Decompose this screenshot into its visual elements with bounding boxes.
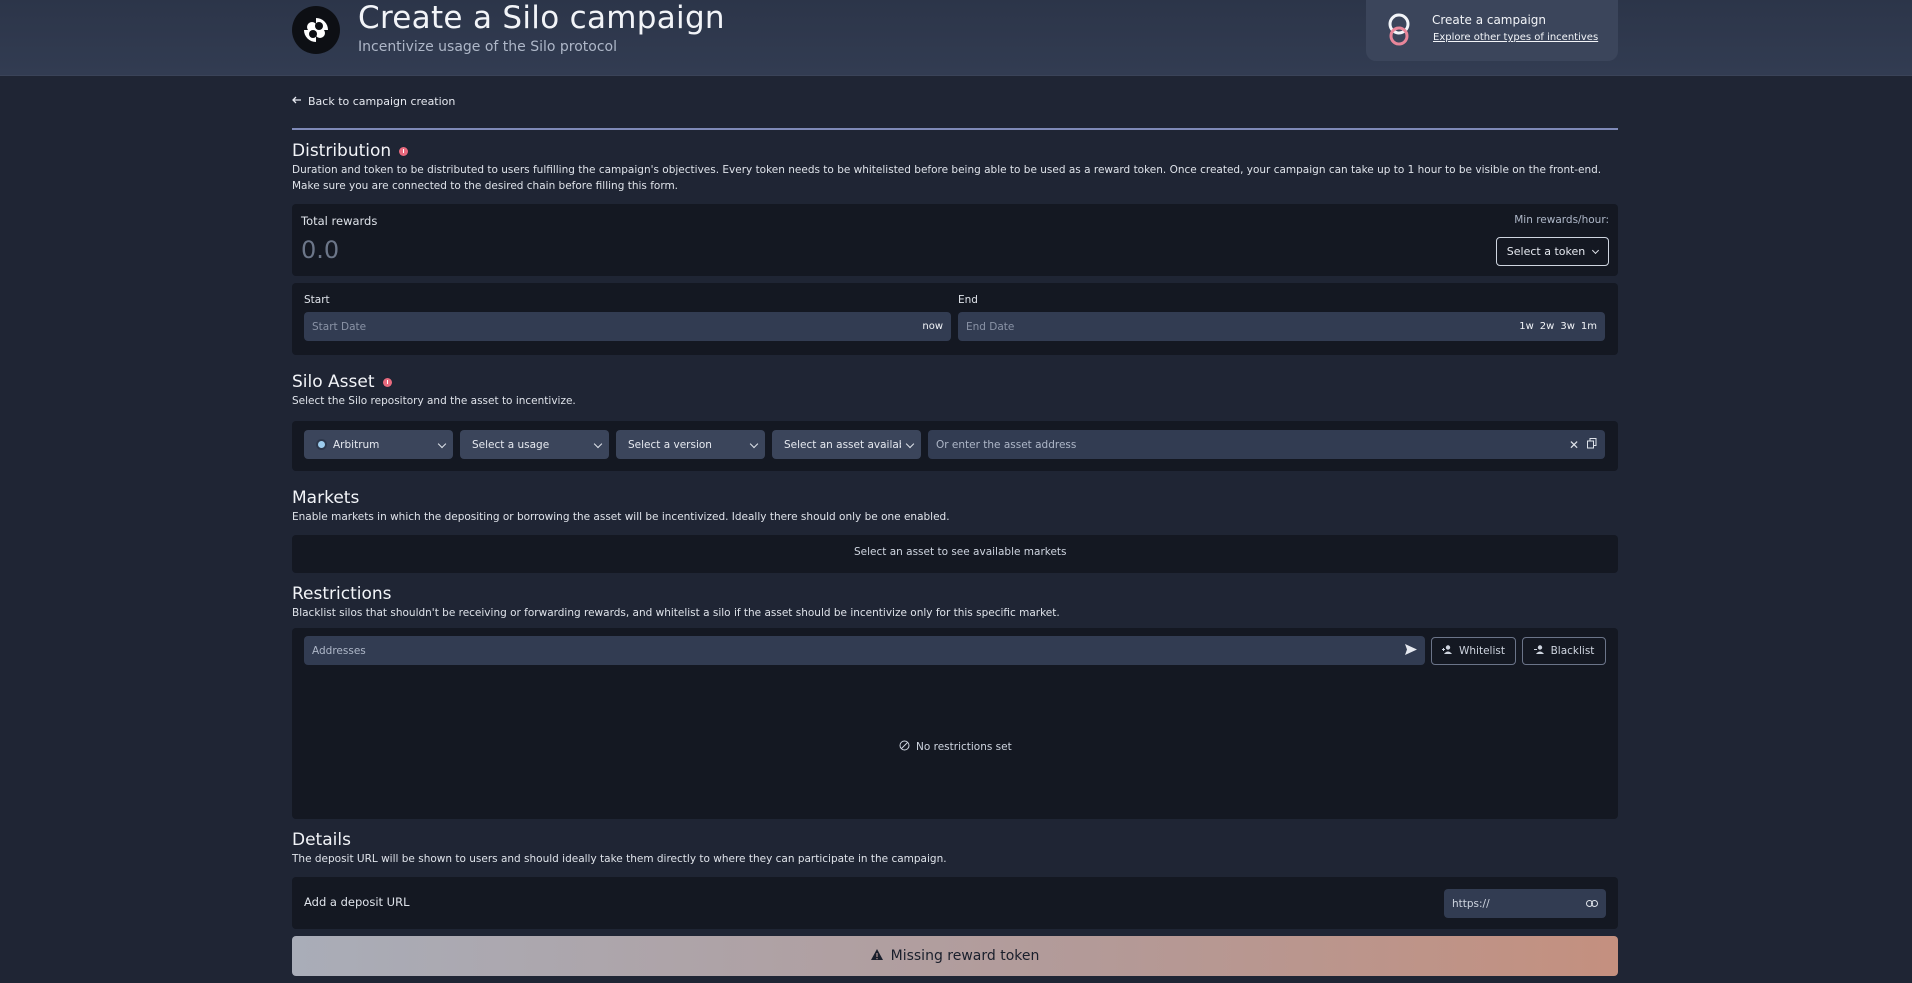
back-link-label: Back to campaign creation [308,95,456,108]
silo-asset-description: Select the Silo repository and the asset… [292,395,576,407]
silo-asset-title-text: Silo Asset [292,372,375,392]
restrictions-empty: No restrictions set [899,740,1012,754]
distribution-title: Distribution [292,141,409,161]
whitelist-label: Whitelist [1459,645,1505,657]
send-icon[interactable] [1405,643,1417,658]
remove-user-icon [1533,645,1546,657]
page-header: Create a Silo campaign Incentivize usage… [0,0,1912,76]
end-date-input[interactable]: End Date 1w 2w 3w 1m [958,312,1605,341]
asset-select-value: Select an asset available [784,438,901,451]
deposit-url-placeholder: https:// [1452,897,1490,910]
end-chip-1m[interactable]: 1m [1581,321,1597,332]
version-select[interactable]: Select a version [616,430,765,459]
silo-logo [292,6,340,54]
add-user-icon [1442,645,1454,657]
start-label: Start [304,294,330,306]
select-token-button[interactable]: Select a token [1496,237,1609,266]
divider [292,128,1618,130]
chevron-down-icon [905,439,915,449]
arbitrum-icon [316,439,327,450]
blacklist-label: Blacklist [1550,645,1595,657]
explore-incentives-link[interactable]: Explore other types of incentives [1433,32,1598,43]
info-icon[interactable] [382,377,392,387]
end-label: End [958,294,978,306]
back-link[interactable]: Back to campaign creation [292,95,455,108]
restrictions-title: Restrictions [292,584,392,604]
restrictions-title-text: Restrictions [292,584,392,604]
asset-address-input[interactable]: Or enter the asset address ✕ [928,430,1605,459]
end-chip-1w[interactable]: 1w [1519,321,1534,332]
version-select-value: Select a version [628,438,712,451]
link-icon [1586,898,1598,910]
distribution-title-text: Distribution [292,141,392,161]
chevron-down-icon [437,439,447,449]
submit-button[interactable]: Missing reward token [292,936,1618,976]
min-rewards-label: Min rewards/hour: [1514,214,1609,226]
markets-title-text: Markets [292,488,360,508]
end-date-placeholder: End Date [966,320,1015,333]
end-chip-2w[interactable]: 2w [1540,321,1555,332]
warning-icon [870,948,883,964]
details-panel [292,877,1618,929]
create-campaign-card[interactable]: Create a campaign Explore other types of… [1366,0,1618,61]
close-icon[interactable]: ✕ [1569,438,1579,452]
start-now-chip[interactable]: now [922,321,943,332]
blacklist-button[interactable]: Blacklist [1522,637,1606,665]
end-chip-3w[interactable]: 3w [1560,321,1575,332]
markets-title: Markets [292,488,359,508]
whitelist-button[interactable]: Whitelist [1431,637,1516,665]
usage-select[interactable]: Select a usage [460,430,609,459]
prohibited-icon [899,740,910,754]
deposit-url-input[interactable]: https:// [1444,889,1606,918]
submit-button-label: Missing reward token [890,948,1040,964]
chain-select-value: Arbitrum [333,438,380,451]
start-date-placeholder: Start Date [312,320,367,333]
campaign-rings-icon [1384,12,1414,52]
distribution-description: Duration and token to be distributed to … [292,164,1602,192]
select-token-label: Select a token [1506,245,1586,258]
asset-address-placeholder: Or enter the asset address [936,438,1077,451]
copy-icon[interactable] [1587,437,1597,452]
chevron-down-icon [1592,246,1600,254]
details-title-text: Details [292,830,351,850]
addresses-placeholder: Addresses [312,644,366,657]
total-rewards-input[interactable]: 0.0 [301,236,339,264]
chevron-down-icon [749,439,759,449]
total-rewards-label: Total rewards [301,214,378,228]
asset-select[interactable]: Select an asset available [772,430,921,459]
restrictions-description: Blacklist silos that shouldn't be receiv… [292,607,1060,619]
addresses-input[interactable]: Addresses [304,636,1425,665]
details-description: The deposit URL will be shown to users a… [292,853,947,865]
page-title: Create a Silo campaign [358,0,725,36]
chevron-down-icon [593,439,603,449]
card-title: Create a campaign [1432,13,1547,27]
start-date-input[interactable]: Start Date now [304,312,951,341]
arrow-left-icon [292,95,302,108]
usage-select-value: Select a usage [472,438,550,451]
deposit-url-label: Add a deposit URL [304,895,410,909]
total-rewards-panel [292,204,1618,276]
silo-asset-title: Silo Asset [292,372,392,392]
chain-select[interactable]: Arbitrum [304,430,453,459]
markets-empty-message: Select an asset to see available markets [854,546,1067,558]
info-icon[interactable] [399,146,409,156]
restrictions-empty-message: No restrictions set [916,741,1012,753]
details-title: Details [292,830,351,850]
page-subtitle: Incentivize usage of the Silo protocol [358,39,618,55]
markets-description: Enable markets in which the depositing o… [292,511,950,523]
